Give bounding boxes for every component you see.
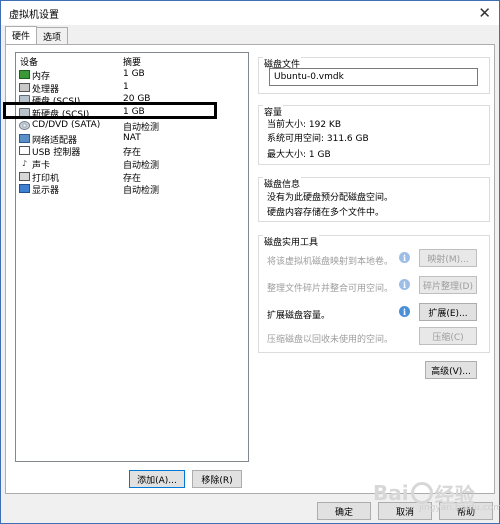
speaker-icon: ♪ <box>21 159 28 168</box>
disk-info-line2: 硬盘内容存储在多个文件中。 <box>267 208 385 218</box>
expand-button[interactable]: 扩展(E)... <box>419 303 477 321</box>
memory-icon <box>19 70 30 79</box>
compact-button[interactable]: 压缩(C) <box>419 327 477 345</box>
usb-icon <box>19 146 30 155</box>
cd-dvd-icon <box>19 121 30 130</box>
system-free-label: 系统可用空间: 311.6 GB <box>267 134 369 144</box>
remove-device-button[interactable]: 移除(R) <box>192 470 242 488</box>
list-item[interactable]: 内存 1 GB <box>16 68 248 82</box>
defrag-button[interactable]: 碎片整理(D) <box>419 276 477 294</box>
title-bar: 虚拟机设置 ✕ <box>1 1 499 25</box>
ok-button[interactable]: 确定 <box>317 502 371 520</box>
device-name: 显示器 <box>32 186 60 196</box>
device-summary: 1 <box>123 82 129 92</box>
compact-description: 压缩磁盘以回收未使用的空间。 <box>267 335 394 345</box>
list-header: 设备 摘要 <box>16 53 248 68</box>
disk-utilities-title: 磁盘实用工具 <box>263 235 320 248</box>
printer-icon <box>19 172 30 181</box>
window-title: 虚拟机设置 <box>9 9 59 21</box>
current-size-label: 当前大小: 192 KB <box>267 120 342 130</box>
device-summary: NAT <box>123 133 141 143</box>
advanced-button[interactable]: 高级(V)... <box>425 361 477 379</box>
disk-info-title: 磁盘信息 <box>263 177 302 190</box>
paw-logo-icon <box>410 482 433 504</box>
list-item[interactable]: CD/DVD (SATA) 自动检测 <box>16 119 248 133</box>
defrag-description: 整理文件碎片并整合可用空间。 <box>267 284 394 294</box>
tab-options[interactable]: 选项 <box>36 27 69 44</box>
close-icon[interactable]: ✕ <box>478 4 491 22</box>
add-device-button[interactable]: 添加(A)... <box>129 470 185 488</box>
map-description: 将该虚拟机磁盘映射到本地卷。 <box>267 257 394 267</box>
list-item[interactable]: ♪ 声卡 自动检测 <box>16 157 248 171</box>
disk-info-line1: 没有为此硬盘预分配磁盘空间。 <box>267 193 394 203</box>
max-size-label: 最大大小: 1 GB <box>267 150 331 160</box>
watermark-text: Bai <box>373 481 409 505</box>
selection-highlight-box <box>3 102 217 119</box>
list-item[interactable]: USB 控制器 存在 <box>16 144 248 158</box>
map-button[interactable]: 映射(M)... <box>419 249 477 267</box>
list-item[interactable]: 显示器 自动检测 <box>16 182 248 196</box>
monitor-icon <box>19 184 30 193</box>
tab-hardware[interactable]: 硬件 <box>5 26 38 44</box>
column-header-device[interactable]: 设备 <box>20 55 38 68</box>
disk-file-field[interactable]: Ubuntu-0.vmdk <box>269 68 478 86</box>
device-name: CD/DVD (SATA) <box>32 120 101 130</box>
device-summary: 1 GB <box>123 69 145 79</box>
tab-bar: 硬件 选项 <box>5 26 69 45</box>
info-icon: i <box>399 306 410 317</box>
expand-description: 扩展磁盘容量。 <box>267 311 331 321</box>
watermark-url: jingyan.baidu.com <box>419 503 500 513</box>
network-adapter-icon <box>19 134 30 143</box>
column-header-summary[interactable]: 摘要 <box>123 55 141 68</box>
cpu-icon <box>19 83 30 92</box>
baidu-watermark: Bai 经验 jingyan.baidu.com <box>373 473 500 513</box>
vm-settings-window: 虚拟机设置 ✕ 硬件 选项 设备 摘要 内存 1 GB 处理器 1 硬盘 (SC… <box>0 0 500 524</box>
device-summary: 自动检测 <box>123 186 160 196</box>
info-icon: i <box>399 279 410 290</box>
info-icon: i <box>399 252 410 263</box>
